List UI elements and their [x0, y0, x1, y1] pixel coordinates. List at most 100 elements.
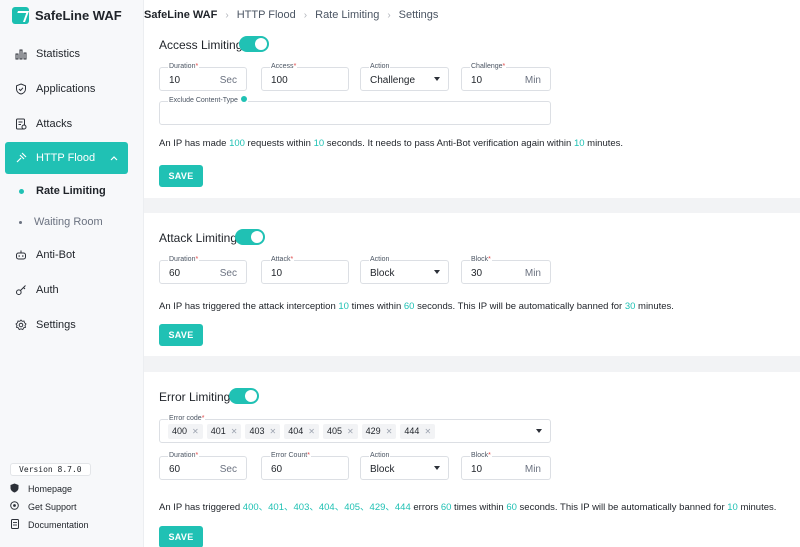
documentation-link[interactable]: Documentation: [10, 519, 89, 531]
field-value: Block: [370, 268, 394, 279]
sidebar-item-anti-bot[interactable]: Anti-Bot: [5, 239, 128, 271]
sidebar-item-statistics[interactable]: Statistics: [5, 38, 128, 70]
bar-chart-icon: [15, 48, 27, 60]
error-code-chip[interactable]: 400✕: [168, 424, 203, 439]
breadcrumb-item-settings: Settings: [399, 9, 439, 21]
field-label: Challenge*: [470, 62, 506, 71]
field-unit: Sec: [220, 464, 237, 475]
error-code-chip[interactable]: 401✕: [207, 424, 242, 439]
block-field[interactable]: Block* 30 Min: [461, 260, 551, 284]
breadcrumb-item-home[interactable]: SafeLine WAF: [144, 9, 217, 21]
close-icon[interactable]: ✕: [347, 424, 354, 439]
field-unit: Min: [525, 464, 541, 475]
field-value: 60: [169, 464, 180, 475]
duration-field[interactable]: Duration* 60 Sec: [159, 260, 247, 284]
field-label: Error code*: [168, 414, 205, 423]
field-label: Duration*: [168, 451, 199, 460]
error-code-select[interactable]: Error code* 400✕ 401✕ 403✕ 404✕ 405✕ 429…: [159, 419, 551, 443]
sidebar-item-label: Auth: [36, 284, 59, 296]
sidebar-item-applications[interactable]: Applications: [5, 73, 128, 105]
field-label: Action: [369, 255, 390, 264]
access-limiting-toggle[interactable]: [239, 36, 269, 52]
action-select[interactable]: Action Challenge: [360, 67, 449, 91]
sidebar-item-http-flood[interactable]: HTTP Flood: [5, 142, 128, 174]
chevron-right-icon: ›: [387, 10, 390, 21]
breadcrumb-item-rate-limiting[interactable]: Rate Limiting: [315, 9, 379, 21]
document-icon: [10, 519, 19, 531]
flood-icon: [15, 152, 27, 164]
attack-limiting-card: Attack Limiting Duration* 60 Sec Attack*…: [144, 213, 800, 356]
close-icon[interactable]: ✕: [192, 424, 199, 439]
safeline-logo-icon: [12, 7, 29, 24]
support-icon: [10, 501, 19, 512]
save-button[interactable]: SAVE: [159, 324, 203, 346]
attack-limiting-toggle[interactable]: [235, 229, 265, 245]
duration-field[interactable]: Duration* 60 Sec: [159, 456, 247, 480]
caret-down-icon: [536, 429, 542, 433]
field-value: 30: [471, 268, 482, 279]
error-code-chip[interactable]: 403✕: [245, 424, 280, 439]
access-field[interactable]: Access* 100: [261, 67, 349, 91]
action-select[interactable]: Action Block: [360, 260, 449, 284]
error-count-field[interactable]: Error Count* 60: [261, 456, 349, 480]
shield-icon: [15, 83, 27, 95]
close-icon[interactable]: ✕: [386, 424, 393, 439]
home-shield-icon: [10, 483, 19, 495]
sidebar: SafeLine WAF Statistics Applications Att…: [0, 0, 144, 547]
close-icon[interactable]: ✕: [231, 424, 238, 439]
block-field[interactable]: Block* 10 Min: [461, 456, 551, 480]
card-title: Attack Limiting: [159, 231, 237, 245]
error-limiting-description: An IP has triggered 400、401、403、404、405、…: [159, 499, 776, 513]
error-code-chip[interactable]: 444✕: [400, 424, 435, 439]
card-title: Access Limiting: [159, 38, 242, 52]
field-label: Error Count*: [270, 451, 311, 460]
version-badge: Version 8.7.0: [10, 463, 91, 476]
field-label: Access*: [270, 62, 297, 71]
attack-limiting-description: An IP has triggered the attack intercept…: [159, 301, 674, 312]
exclude-content-type-field[interactable]: Exclude Content-Type: [159, 101, 551, 125]
caret-down-icon: [434, 77, 440, 81]
field-label: Attack*: [270, 255, 294, 264]
error-code-chip[interactable]: 404✕: [284, 424, 319, 439]
breadcrumb: SafeLine WAF › HTTP Flood › Rate Limitin…: [144, 0, 800, 30]
duration-field[interactable]: Duration* 10 Sec: [159, 67, 247, 91]
field-value: 10: [169, 75, 180, 86]
error-limiting-card: Error Limiting Error code* 400✕ 401✕ 403…: [144, 372, 800, 547]
close-icon[interactable]: ✕: [424, 424, 431, 439]
field-label: Action: [369, 62, 390, 71]
get-support-link[interactable]: Get Support: [10, 501, 77, 512]
sidebar-item-auth[interactable]: Auth: [5, 274, 128, 306]
save-button[interactable]: SAVE: [159, 526, 203, 547]
breadcrumb-item-http-flood[interactable]: HTTP Flood: [237, 9, 296, 21]
bullet-dot-icon: [19, 221, 22, 224]
card-title: Error Limiting: [159, 390, 230, 404]
action-select[interactable]: Action Block: [360, 456, 449, 480]
field-unit: Sec: [220, 75, 237, 86]
close-icon[interactable]: ✕: [308, 424, 315, 439]
error-code-chip[interactable]: 429✕: [362, 424, 397, 439]
chevron-up-icon: [110, 154, 118, 163]
homepage-link[interactable]: Homepage: [10, 483, 72, 495]
chevron-right-icon: ›: [304, 10, 307, 21]
close-icon[interactable]: ✕: [270, 424, 277, 439]
sidebar-subitem-waiting-room[interactable]: Waiting Room: [5, 209, 128, 235]
field-label: Block*: [470, 451, 492, 460]
challenge-field[interactable]: Challenge* 10 Min: [461, 67, 551, 91]
error-code-chip[interactable]: 405✕: [323, 424, 358, 439]
attack-field[interactable]: Attack* 10: [261, 260, 349, 284]
sidebar-item-settings[interactable]: Settings: [5, 309, 128, 341]
field-value: 10: [471, 464, 482, 475]
help-icon[interactable]: [241, 96, 247, 102]
app-logo[interactable]: SafeLine WAF: [12, 5, 122, 25]
sidebar-item-attacks[interactable]: Attacks: [5, 108, 128, 140]
sidebar-item-label: Settings: [36, 319, 76, 331]
error-code-chips: 400✕ 401✕ 403✕ 404✕ 405✕ 429✕ 444✕: [168, 424, 435, 439]
sidebar-item-label: Statistics: [36, 48, 80, 60]
save-button[interactable]: SAVE: [159, 165, 203, 187]
attack-log-icon: [15, 118, 27, 130]
field-unit: Min: [525, 268, 541, 279]
caret-down-icon: [434, 466, 440, 470]
error-limiting-toggle[interactable]: [229, 388, 259, 404]
sidebar-subitem-rate-limiting[interactable]: Rate Limiting: [5, 178, 128, 204]
sidebar-item-label: Applications: [36, 83, 95, 95]
